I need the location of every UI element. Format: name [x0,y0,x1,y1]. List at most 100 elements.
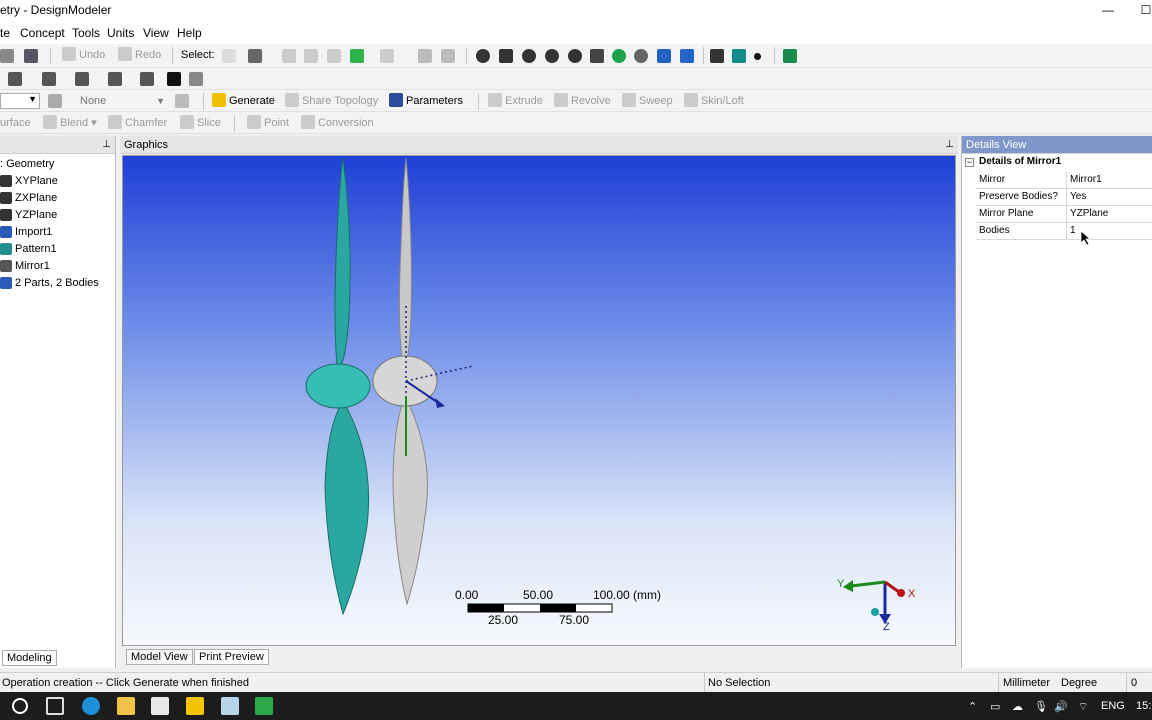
sketch-tool-icon[interactable] [75,72,89,86]
next-view-icon[interactable] [680,49,694,63]
select-edge-icon[interactable] [304,49,318,63]
maximize-button[interactable]: ☐ [1128,0,1152,22]
look-at-icon[interactable] [783,49,797,63]
blend-button[interactable]: Blend ▾ [43,115,97,132]
details-row-preserve-bodies[interactable]: Preserve Bodies? Yes [976,189,1152,206]
parameters-button[interactable]: Parameters [389,93,463,110]
tray-chevron-icon[interactable]: ⌃ [968,700,977,713]
zoom-to-fit-icon[interactable] [612,49,626,63]
extrude-button[interactable]: Extrude [488,93,543,110]
clock[interactable]: 15: [1136,700,1151,712]
cloud-icon[interactable]: ☁ [1012,700,1023,713]
save-icon[interactable] [0,49,14,63]
box-select-2-icon[interactable] [441,49,455,63]
sketch-select-dropdown[interactable]: None ▼ [76,93,168,109]
menu-tools[interactable]: Tools [72,26,100,40]
sketch-tool-3-icon[interactable] [140,72,154,86]
details-row-mirror-plane[interactable]: Mirror Plane YZPlane [976,206,1152,223]
app-window-icon[interactable] [151,697,169,715]
plane-select-dropdown[interactable]: ▼ [0,93,40,109]
skin-loft-button[interactable]: Skin/Loft [684,93,744,110]
notepad-icon[interactable] [221,697,239,715]
tree-item-zxplane[interactable]: ZXPlane [0,190,57,206]
conversion-button[interactable]: Conversion [301,115,374,132]
task-view-icon[interactable] [46,697,64,715]
undo-button[interactable]: Undo [62,47,105,64]
volume-icon[interactable]: 🔊 [1054,700,1068,713]
tree-root-geometry[interactable]: : Geometry [0,156,54,172]
designmodeler-icon[interactable] [255,697,273,715]
sweep-button[interactable]: Sweep [622,93,673,110]
sketch-tool-2-icon[interactable] [108,72,122,86]
previous-view-icon[interactable] [657,49,671,63]
menu-units[interactable]: Units [107,26,134,40]
details-row-bodies[interactable]: Bodies 1 [976,223,1152,240]
redo-button[interactable]: Redo [118,47,161,64]
window-title: etry - DesignModeler [0,3,112,17]
tab-print-preview[interactable]: Print Preview [194,649,269,665]
details-row-mirror[interactable]: Mirror Mirror1 [976,172,1152,189]
collapse-icon[interactable]: − [965,158,974,167]
menu-concept[interactable]: Concept [20,26,65,40]
minimize-button[interactable]: — [1090,0,1126,22]
menu-file[interactable]: te [0,26,10,40]
tray-device-icon[interactable]: ▭ [990,700,1000,713]
screenshot-icon[interactable] [24,49,38,63]
tree-item-import1[interactable]: Import1 [0,224,52,240]
display-point-icon[interactable] [754,53,761,60]
sketch-plane-icon[interactable] [48,94,62,108]
status-bar: Operation creation -- Click Generate whe… [0,672,1152,692]
display-model-icon[interactable] [732,49,746,63]
microphone-icon[interactable]: 🎙 [1034,700,1048,713]
edge-icon[interactable] [82,697,100,715]
tab-modeling[interactable]: Modeling [2,650,57,666]
revolve-button[interactable]: Revolve [554,93,611,110]
pan-icon[interactable] [499,49,513,63]
rotate-icon[interactable] [476,49,490,63]
new-plane-icon[interactable] [8,72,22,86]
select-type-icon[interactable] [248,49,262,63]
zoom-box-icon[interactable] [568,49,582,63]
language-indicator[interactable]: ENG [1101,700,1125,712]
select-vertex-icon[interactable] [282,49,296,63]
teal-blade-upper [334,157,351,367]
surface-button[interactable]: urface [0,115,31,132]
tree-item-yzplane[interactable]: YZPlane [0,207,57,223]
zoom-icon[interactable] [522,49,536,63]
tree-item-xyplane[interactable]: XYPlane [0,173,58,189]
tree-item-mirror1[interactable]: Mirror1 [0,258,50,274]
tab-model-view[interactable]: Model View [126,649,193,665]
magnifier-icon[interactable] [634,49,648,63]
new-sketch-icon[interactable] [42,72,56,86]
sketch-line-icon[interactable] [167,72,181,86]
triad-icon[interactable] [710,49,724,63]
menu-view[interactable]: View [143,26,169,40]
tree-item-pattern1[interactable]: Pattern1 [0,241,57,257]
sketch-point-icon[interactable] [189,72,203,86]
3d-viewport[interactable]: 0.00 50.00 100.00 (mm) 25.00 75.00 Y X Z [122,155,956,646]
file-explorer-icon[interactable] [117,697,135,715]
status-angle[interactable]: Degree [1061,677,1097,689]
zoom-fit-icon[interactable] [590,49,604,63]
extend-selection-icon[interactable] [380,49,394,63]
ansys-icon[interactable] [186,697,204,715]
zoom-in-icon[interactable] [545,49,559,63]
generate-button[interactable]: Generate [212,93,275,110]
box-select-icon[interactable] [418,49,432,63]
share-topology-button[interactable]: Share Topology [285,93,378,110]
pin-icon[interactable]: ⊥ [945,136,954,154]
start-search-icon[interactable] [12,698,28,714]
tree-item-parts[interactable]: 2 Parts, 2 Bodies [0,275,99,291]
point-button[interactable]: Point [247,115,289,132]
select-body-icon[interactable] [350,49,364,63]
sketch-instance-icon[interactable] [175,94,189,108]
status-units[interactable]: Millimeter [1003,677,1050,689]
select-mode-icon[interactable] [222,49,236,63]
pin-icon[interactable]: ⊥ [102,136,111,154]
select-face-icon[interactable] [327,49,341,63]
chamfer-button[interactable]: Chamfer [108,115,167,132]
slice-button[interactable]: Slice [180,115,221,132]
menu-help[interactable]: Help [177,26,202,40]
wifi-icon[interactable]: ⌔ [1078,700,1088,714]
status-value: 0 [1131,677,1138,689]
